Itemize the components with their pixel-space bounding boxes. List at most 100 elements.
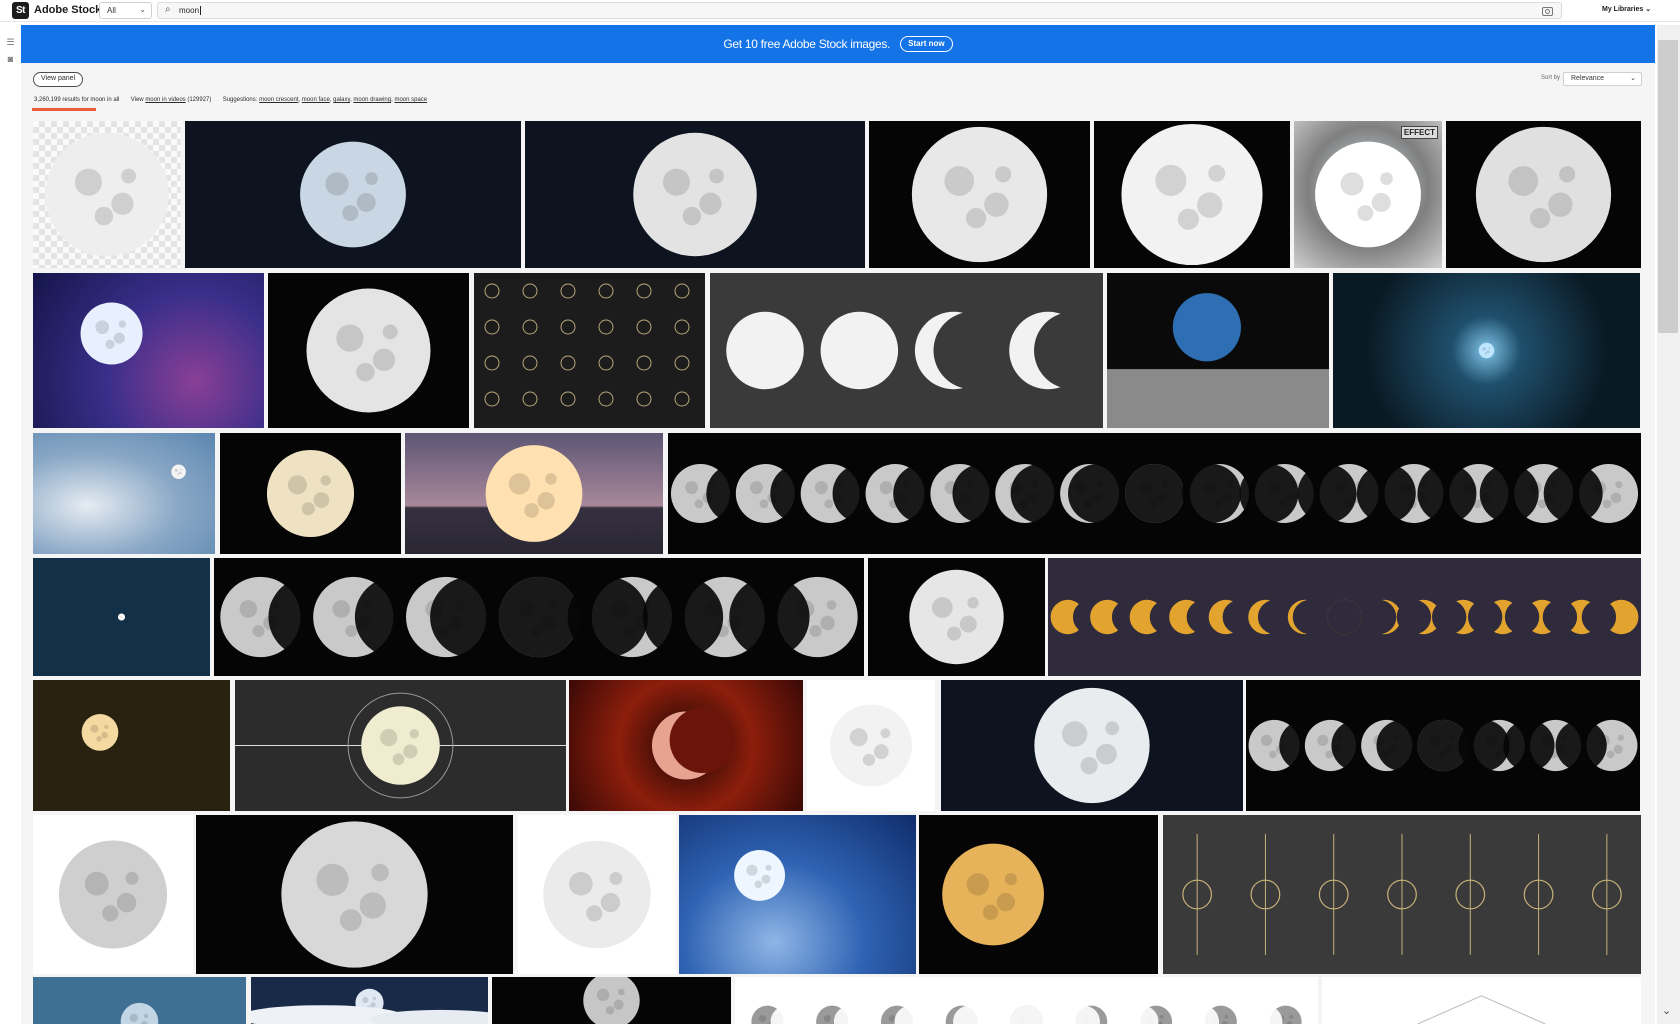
sort-label: Sort by xyxy=(1541,75,1561,81)
suggestion-link[interactable]: galaxy xyxy=(333,97,350,103)
promo-banner: Get 10 free Adobe Stock images. Start no… xyxy=(21,25,1655,63)
image-tile[interactable] xyxy=(1163,815,1641,974)
moon-disc xyxy=(1034,687,1150,804)
chevron-down-icon: ⌄ xyxy=(1630,75,1636,82)
results-summary: 3,260,199 results for moon in all View m… xyxy=(34,97,428,103)
adobe-stock-logo[interactable]: St xyxy=(12,2,29,19)
image-tile[interactable] xyxy=(214,558,864,676)
suggestion-link[interactable]: moon drawing xyxy=(353,97,391,103)
image-tile[interactable] xyxy=(33,433,215,554)
search-query[interactable]: moon xyxy=(179,6,201,15)
image-tile[interactable] xyxy=(807,680,935,811)
moon-disc xyxy=(1121,123,1263,266)
my-libraries-label: My Libraries xyxy=(1602,6,1644,13)
image-tile[interactable] xyxy=(919,815,1158,974)
moon-disc xyxy=(485,445,583,542)
results-underline xyxy=(32,108,96,111)
moon-disc xyxy=(830,704,912,787)
image-tile[interactable] xyxy=(251,977,488,1024)
moon-disc xyxy=(942,843,1044,946)
search-input[interactable]: ⌕ moon xyxy=(157,2,1562,19)
suggestion-link[interactable]: moon face xyxy=(302,97,330,103)
camera-icon[interactable]: ◙ xyxy=(5,54,16,65)
image-tile[interactable] xyxy=(33,558,210,676)
image-tile[interactable] xyxy=(679,815,916,974)
my-libraries-button[interactable]: My Libraries ⌄ xyxy=(1602,5,1651,13)
moon-disc xyxy=(734,849,786,901)
moon-disc xyxy=(58,840,168,949)
sort-value: Relevance xyxy=(1571,75,1605,82)
camera-icon[interactable] xyxy=(1542,7,1553,16)
image-tile[interactable] xyxy=(941,680,1243,811)
image-tile[interactable] xyxy=(268,273,469,428)
image-tile[interactable] xyxy=(33,121,181,268)
image-tile[interactable] xyxy=(525,121,865,268)
moon-disc xyxy=(171,464,186,479)
moon-disc xyxy=(266,449,355,538)
image-tile[interactable] xyxy=(1107,273,1329,428)
moon-disc xyxy=(633,132,757,257)
moon-disc xyxy=(81,714,119,751)
scroll-down-icon[interactable]: ⌄ xyxy=(1662,1004,1671,1017)
start-now-button[interactable]: Start now xyxy=(900,36,953,52)
suggestion-link[interactable]: moon crescent xyxy=(259,97,298,103)
moon-disc xyxy=(820,311,899,390)
image-tile[interactable] xyxy=(405,433,663,554)
image-tile[interactable] xyxy=(185,121,521,268)
image-tile[interactable] xyxy=(33,977,246,1024)
image-tile[interactable] xyxy=(196,815,513,974)
suggestions-label: Suggestions: xyxy=(222,97,258,103)
moon-disc xyxy=(543,840,651,949)
moon-disc xyxy=(300,141,406,248)
moon-disc xyxy=(1478,342,1495,359)
view-prefix: View xyxy=(130,97,144,103)
image-tile[interactable] xyxy=(220,433,401,554)
watermark: EFFECT xyxy=(1400,126,1438,139)
moon-disc xyxy=(306,288,431,413)
sort-select[interactable]: Relevance ⌄ xyxy=(1563,72,1642,86)
view-panel-button[interactable]: View panel xyxy=(33,72,84,87)
image-tile[interactable] xyxy=(33,680,230,811)
video-link[interactable]: moon in videos xyxy=(145,97,185,103)
image-tile[interactable] xyxy=(518,815,676,974)
moon-disc xyxy=(117,613,126,621)
image-tile[interactable] xyxy=(33,273,264,428)
left-rail: ☰ ◙ xyxy=(0,22,21,1024)
moon-disc xyxy=(1475,126,1612,263)
image-tile[interactable] xyxy=(1446,121,1641,268)
search-scope-select[interactable]: All ⌄ xyxy=(99,2,152,19)
moon-disc xyxy=(583,977,640,1024)
moon-disc xyxy=(281,821,428,968)
image-tile[interactable] xyxy=(1048,558,1641,676)
image-tile[interactable] xyxy=(1333,273,1640,428)
image-tile[interactable] xyxy=(492,977,731,1024)
video-count: (129927) xyxy=(187,97,212,103)
image-tile[interactable] xyxy=(710,273,1103,428)
image-tile[interactable] xyxy=(735,977,1318,1024)
moon-disc xyxy=(120,1002,159,1024)
image-tile[interactable] xyxy=(1322,977,1641,1024)
brand-name[interactable]: Adobe Stock xyxy=(34,4,101,16)
scrollbar-thumb[interactable] xyxy=(1658,40,1678,333)
moon-disc xyxy=(909,569,1004,665)
image-tile[interactable] xyxy=(235,680,566,811)
moon-disc xyxy=(1315,141,1421,248)
image-tile[interactable] xyxy=(1094,121,1290,268)
filter-icon[interactable]: ☰ xyxy=(5,37,16,48)
image-tile[interactable] xyxy=(33,815,193,974)
image-tile[interactable] xyxy=(1246,680,1640,811)
image-tile[interactable] xyxy=(668,433,1641,554)
image-tile[interactable] xyxy=(869,121,1090,268)
top-bar: St Adobe Stock All ⌄ ⌕ moon My Libraries… xyxy=(0,0,1680,22)
results-count: 3,260,199 results for moon in all xyxy=(34,97,120,103)
moon-disc xyxy=(361,706,440,785)
moon-disc xyxy=(911,126,1048,263)
search-icon: ⌕ xyxy=(165,4,171,15)
suggestion-link[interactable]: moon space xyxy=(394,97,427,103)
image-tile[interactable] xyxy=(868,558,1045,676)
image-tile[interactable]: EFFECT xyxy=(1294,121,1442,268)
moon-disc xyxy=(726,311,804,390)
moon-disc xyxy=(45,132,169,257)
image-tile[interactable] xyxy=(569,680,803,811)
image-tile[interactable] xyxy=(474,273,705,428)
